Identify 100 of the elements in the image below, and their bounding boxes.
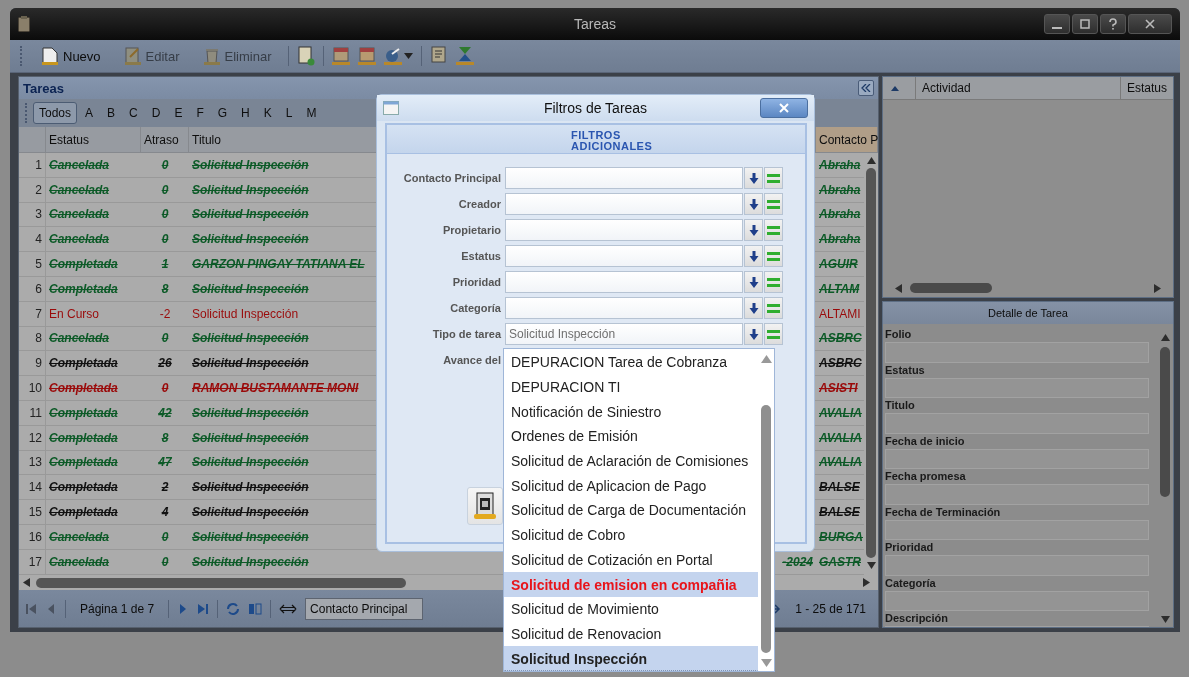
swap-arrows-icon[interactable]	[279, 603, 298, 614]
letter-filter[interactable]: H	[235, 102, 256, 124]
combo-field[interactable]	[505, 193, 743, 215]
last-page-icon[interactable]	[197, 602, 210, 615]
dropdown-button[interactable]	[744, 193, 763, 215]
calendar-icon[interactable]	[331, 46, 350, 66]
letter-filter[interactable]: A	[79, 102, 100, 124]
dropdown-button[interactable]	[744, 245, 763, 267]
table-cell: Completada	[49, 281, 118, 296]
dropdown-button[interactable]	[744, 271, 763, 293]
dropdown-button[interactable]	[744, 167, 763, 189]
new-button[interactable]: Nuevo	[34, 47, 109, 65]
sort-up-icon[interactable]	[891, 85, 899, 91]
dropdown-button[interactable]	[744, 219, 763, 241]
dropdown-button[interactable]	[744, 323, 763, 345]
close-button[interactable]	[760, 98, 808, 118]
row-number: 9	[19, 351, 46, 376]
scroll-right-icon[interactable]	[1154, 283, 1161, 293]
window-icon	[383, 101, 399, 115]
letter-filter[interactable]: E	[168, 102, 189, 124]
combo-field[interactable]	[505, 297, 743, 319]
scroll-right-icon[interactable]	[863, 578, 870, 587]
scroll-left-icon[interactable]	[895, 283, 902, 293]
dropdown-option[interactable]: Solicitud de Carga de Documentación	[504, 498, 758, 523]
maximize-button[interactable]	[1072, 14, 1098, 34]
table-cell: AVALIA	[819, 430, 862, 445]
table-cell: -2	[159, 306, 171, 321]
first-page-icon[interactable]	[25, 602, 37, 615]
row-number: 15	[19, 500, 46, 524]
table-cell: RAMON BUSTAMANTE MONI	[192, 381, 359, 396]
combo-field[interactable]	[505, 167, 743, 189]
columns-icon[interactable]	[248, 601, 263, 616]
table-cell: Cancelada	[49, 182, 110, 197]
letter-filter[interactable]: G	[211, 102, 234, 124]
notes-icon[interactable]	[429, 46, 448, 66]
dropdown-button[interactable]	[744, 297, 763, 319]
table-cell: GARZON PINGAY TATIANA EL	[192, 257, 365, 272]
combo-field[interactable]	[505, 245, 743, 267]
scroll-up-icon[interactable]	[866, 157, 876, 164]
letter-filter[interactable]: L	[279, 102, 299, 124]
collapse-button[interactable]	[858, 80, 874, 96]
scroll-up-icon[interactable]	[760, 355, 772, 363]
dropdown-option[interactable]: Solicitud Inspección	[504, 646, 758, 671]
close-button[interactable]	[1128, 14, 1172, 34]
table-cell: Cancelada	[49, 232, 110, 247]
help-button[interactable]	[1100, 14, 1126, 34]
dropdown-option[interactable]: Notificación de Siniestro	[504, 399, 758, 425]
column-header[interactable]: Estatus	[46, 127, 141, 152]
scroll-up-icon[interactable]	[1160, 334, 1170, 341]
letter-filter[interactable]: F	[190, 102, 210, 124]
table-cell: BALSE	[819, 505, 860, 520]
combo-field[interactable]: Solicitud Inspección	[505, 323, 743, 345]
table-cell: ALTAM	[819, 281, 860, 296]
column-header[interactable]: Atraso	[141, 127, 189, 152]
table-cell: 0	[161, 331, 169, 346]
letter-filter[interactable]: B	[101, 102, 122, 124]
combo-field[interactable]	[505, 271, 743, 293]
column-header[interactable]: Actividad	[915, 77, 1120, 99]
letter-filter[interactable]: M	[300, 102, 323, 124]
table-cell: Solicitud Inspección	[192, 529, 309, 544]
letter-filter[interactable]: D	[145, 102, 167, 124]
dropdown-option[interactable]: Solicitud de Cobro	[504, 522, 758, 548]
field-label: Propietario	[441, 224, 502, 236]
column-header[interactable]: Estatus	[1119, 77, 1173, 99]
hourglass-icon[interactable]	[455, 46, 474, 66]
combo-field[interactable]	[505, 219, 743, 241]
equals-icon	[767, 277, 780, 287]
scroll-down-icon[interactable]	[1160, 616, 1170, 623]
dropdown-option[interactable]: DEPURACION Tarea de Cobranza	[504, 350, 758, 375]
calendar-icon[interactable]	[357, 46, 376, 66]
letter-filter[interactable]: C	[123, 102, 144, 124]
down-arrow-icon	[748, 172, 759, 184]
minimize-button[interactable]	[1044, 14, 1070, 34]
down-arrow-icon	[748, 276, 759, 288]
sort-field[interactable]: Contacto Principal	[305, 597, 424, 620]
refresh-icon[interactable]	[226, 601, 241, 616]
dropdown-option[interactable]: Ordenes de Emisión	[504, 424, 758, 449]
dropdown-option[interactable]: Solicitud de Aplicacion de Pago	[504, 473, 758, 499]
letter-filter[interactable]: K	[257, 102, 278, 124]
dropdown-option[interactable]: Solicitud de Aclaración de Comisiones	[504, 448, 758, 474]
dropdown-option[interactable]: Solicitud de Renovacion	[504, 621, 758, 647]
scroll-down-icon[interactable]	[866, 562, 876, 569]
document-icon[interactable]	[296, 46, 315, 66]
letter-filter[interactable]: Todos	[33, 102, 78, 124]
dropdown-option[interactable]: DEPURACION TI	[504, 374, 758, 400]
dropdown-option[interactable]: Solicitud de Cotización en Portal	[504, 547, 758, 573]
save-button[interactable]	[467, 487, 503, 525]
scroll-down-icon[interactable]	[760, 659, 772, 667]
help-icon	[1107, 18, 1119, 30]
share-icon[interactable]	[383, 46, 402, 66]
table-cell: BALSE	[819, 480, 860, 495]
column-header[interactable]: Contacto P	[816, 127, 878, 152]
scroll-left-icon[interactable]	[23, 578, 30, 587]
table-cell: ALTAMI	[819, 306, 861, 321]
table-cell: Solicitud Inspección	[192, 405, 309, 420]
table-cell: 8	[161, 281, 169, 296]
table-cell: BURGA	[819, 529, 863, 544]
caret-icon[interactable]	[403, 53, 413, 59]
table-cell: Solicitud Inspección	[192, 306, 299, 321]
dropdown-option[interactable]: Solicitud de Movimiento	[504, 596, 758, 622]
